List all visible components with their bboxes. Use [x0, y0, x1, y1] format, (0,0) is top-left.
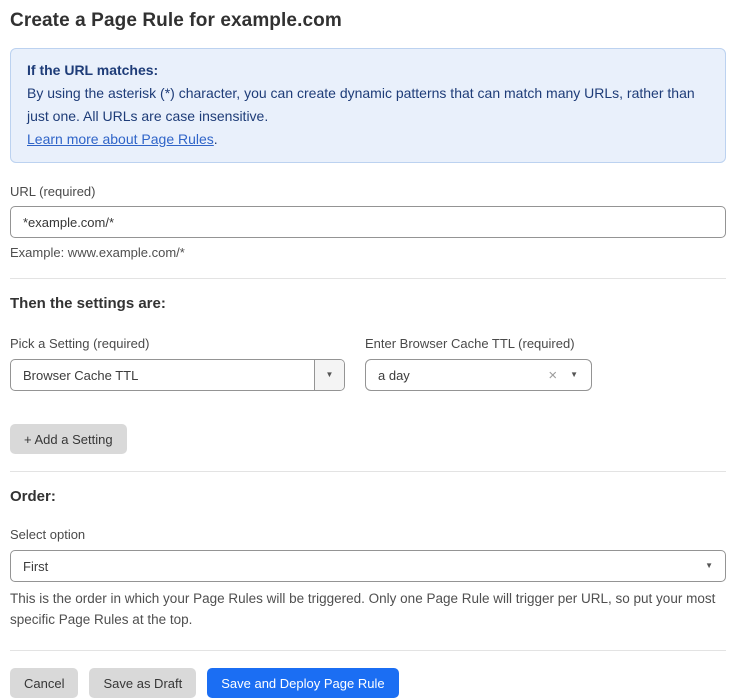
- setting-picker-arrow-button[interactable]: ▼: [314, 360, 344, 390]
- ttl-picker-icons: × ▼: [548, 368, 591, 383]
- order-helper-text: This is the order in which your Page Rul…: [10, 588, 726, 630]
- learn-more-link[interactable]: Learn more about Page Rules: [27, 131, 214, 147]
- save-as-draft-button[interactable]: Save as Draft: [89, 668, 196, 698]
- link-suffix: .: [214, 131, 218, 147]
- order-select[interactable]: First ▼: [10, 550, 726, 582]
- actions-row: Cancel Save as Draft Save and Deploy Pag…: [10, 668, 726, 698]
- ttl-picker-value: a day: [366, 368, 548, 383]
- url-field-label: URL (required): [10, 184, 726, 200]
- info-box-link-line: Learn more about Page Rules.: [27, 128, 709, 151]
- info-box-heading: If the URL matches:: [27, 59, 709, 82]
- ttl-picker-combobox[interactable]: a day × ▼: [365, 359, 592, 391]
- settings-section-heading: Then the settings are:: [10, 295, 726, 312]
- add-setting-button[interactable]: + Add a Setting: [10, 424, 127, 454]
- ttl-picker-column: Enter Browser Cache TTL (required) a day…: [365, 336, 592, 391]
- setting-picker-column: Pick a Setting (required) Browser Cache …: [10, 336, 345, 391]
- save-and-deploy-button[interactable]: Save and Deploy Page Rule: [207, 668, 398, 698]
- chevron-down-icon: ▼: [326, 371, 334, 379]
- clear-icon[interactable]: ×: [548, 368, 557, 383]
- setting-picker-value: Browser Cache TTL: [11, 368, 314, 383]
- chevron-down-icon: ▼: [570, 371, 578, 379]
- url-example-helper: Example: www.example.com/*: [10, 245, 726, 260]
- url-input[interactable]: [10, 206, 726, 238]
- page-title: Create a Page Rule for example.com: [10, 8, 726, 32]
- setting-picker-select[interactable]: Browser Cache TTL ▼: [10, 359, 345, 391]
- order-select-label: Select option: [10, 527, 726, 543]
- page-rule-form: Create a Page Rule for example.com If th…: [0, 0, 736, 698]
- cancel-button[interactable]: Cancel: [10, 668, 78, 698]
- divider-order: [10, 471, 726, 472]
- settings-row: Pick a Setting (required) Browser Cache …: [10, 336, 726, 391]
- divider-actions: [10, 650, 726, 651]
- url-match-info-box: If the URL matches: By using the asteris…: [10, 48, 726, 163]
- order-select-value: First: [11, 559, 705, 574]
- info-box-body: By using the asterisk (*) character, you…: [27, 82, 709, 128]
- divider-settings: [10, 278, 726, 279]
- chevron-down-icon: ▼: [705, 562, 725, 570]
- order-section-heading: Order:: [10, 488, 726, 505]
- ttl-picker-label: Enter Browser Cache TTL (required): [365, 336, 592, 352]
- setting-picker-label: Pick a Setting (required): [10, 336, 345, 352]
